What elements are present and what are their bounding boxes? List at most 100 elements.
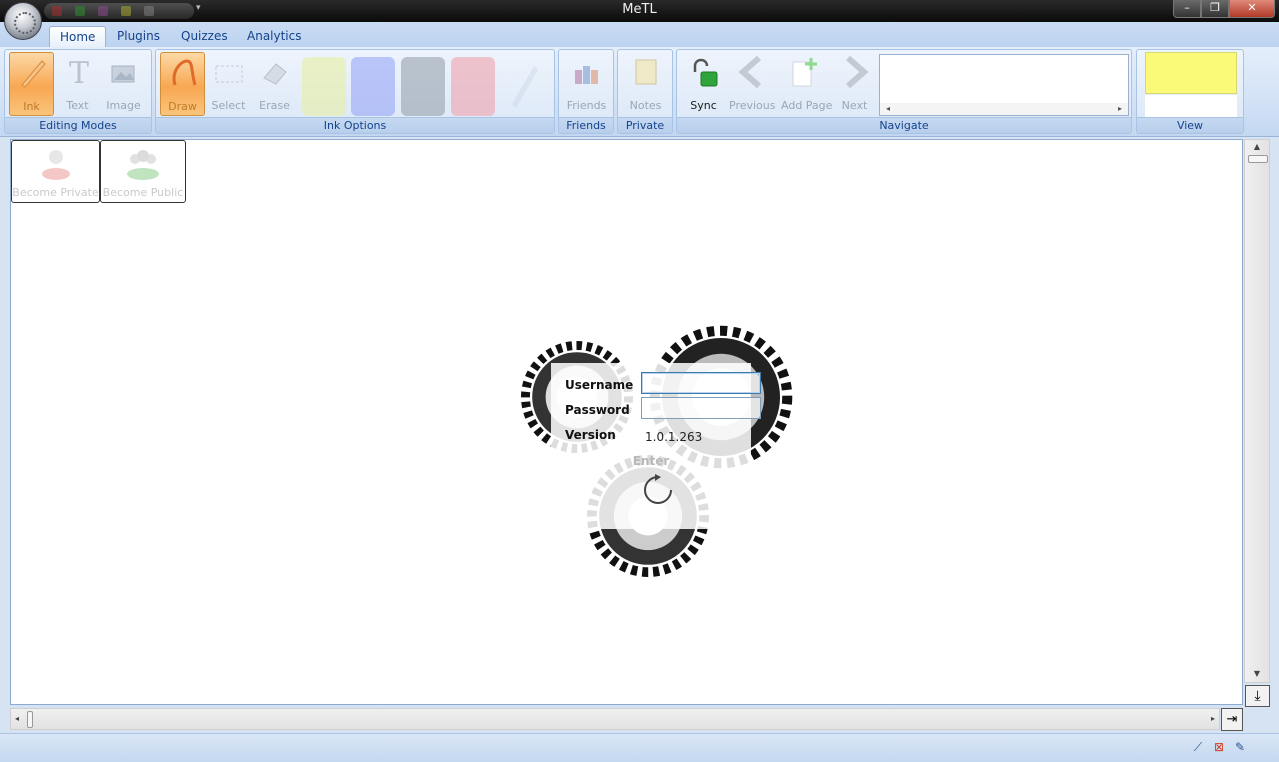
scroll-right-icon[interactable]: ▸ bbox=[1211, 714, 1215, 723]
become-private-button[interactable]: Become Private bbox=[11, 140, 100, 203]
ink-options-label: Ink Options bbox=[156, 117, 554, 133]
application-menu-button[interactable] bbox=[4, 2, 42, 40]
extend-canvas-down-button[interactable]: ⤓ bbox=[1245, 685, 1270, 707]
pin-icon[interactable]: ✎ bbox=[1232, 739, 1248, 755]
add-page-icon bbox=[792, 58, 817, 87]
text-icon: T bbox=[69, 56, 89, 88]
scroll-right-icon[interactable]: ▸ bbox=[1118, 104, 1122, 113]
next-label: Next bbox=[841, 99, 868, 112]
tab-plugins[interactable]: Plugins bbox=[107, 26, 170, 48]
select-label: Select bbox=[211, 99, 246, 112]
scroll-down-icon[interactable]: ▼ bbox=[1245, 669, 1269, 678]
slide-list-scrollbar[interactable]: ◂ ▸ bbox=[880, 103, 1128, 115]
scroll-up-icon[interactable]: ▲ bbox=[1245, 142, 1269, 151]
ink-mode-label: Ink bbox=[23, 100, 40, 113]
pen-color-pink[interactable] bbox=[451, 57, 495, 116]
loading-spinner-icon bbox=[644, 474, 672, 504]
ribbon-tabs: Home Plugins Quizzes Analytics bbox=[0, 22, 1279, 48]
image-icon bbox=[111, 65, 135, 83]
draw-button[interactable]: Draw bbox=[160, 52, 205, 116]
eraser-icon bbox=[263, 63, 287, 85]
version-value: 1.0.1.263 bbox=[645, 430, 703, 444]
pen-color-yellow[interactable] bbox=[302, 57, 346, 116]
notes-label: Notes bbox=[629, 99, 662, 112]
pen-settings-icon[interactable] bbox=[506, 60, 540, 110]
friends-button[interactable]: Friends bbox=[564, 52, 609, 116]
ink-mode-button[interactable]: Ink bbox=[9, 52, 54, 116]
draw-label: Draw bbox=[168, 100, 197, 113]
restore-button[interactable]: ❐ bbox=[1201, 0, 1229, 18]
friends-label: Friends bbox=[566, 99, 607, 112]
cancel-icon[interactable]: ⊠ bbox=[1211, 739, 1227, 755]
horizontal-scroll-thumb[interactable] bbox=[27, 711, 33, 728]
become-public-label: Become Public bbox=[102, 186, 184, 199]
extend-canvas-right-button[interactable]: ⇥ bbox=[1221, 708, 1243, 731]
title-bar: ▾ MeTL – ❐ ✕ bbox=[0, 0, 1279, 22]
scroll-left-icon[interactable]: ◂ bbox=[15, 714, 19, 723]
padlock-icon bbox=[693, 58, 718, 87]
username-input[interactable] bbox=[641, 372, 761, 394]
image-mode-button[interactable]: Image bbox=[101, 52, 146, 116]
editing-modes-label: Editing Modes bbox=[5, 117, 151, 133]
erase-button[interactable]: Erase bbox=[252, 52, 297, 116]
select-icon bbox=[215, 65, 243, 83]
text-mode-button[interactable]: T Text bbox=[55, 52, 100, 116]
private-person-icon bbox=[41, 150, 70, 180]
next-button[interactable]: Next bbox=[832, 52, 877, 116]
sync-button[interactable]: Sync bbox=[681, 52, 726, 116]
group-navigate: Sync Previous Add Page Next ◂ ▸ Navigate bbox=[676, 49, 1132, 134]
notes-button[interactable]: Notes bbox=[623, 52, 668, 116]
vertical-scroll-thumb[interactable] bbox=[1248, 155, 1268, 163]
previous-label: Previous bbox=[729, 99, 776, 112]
tab-analytics[interactable]: Analytics bbox=[237, 26, 312, 48]
canvas[interactable]: Become Private Become Public Username Pa… bbox=[10, 139, 1243, 705]
ribbon: Ink T Text Image Editing Modes Draw Sele… bbox=[0, 47, 1279, 137]
group-friends: Friends Friends bbox=[558, 49, 614, 134]
tab-home[interactable]: Home bbox=[49, 26, 107, 48]
group-private: Notes Private bbox=[617, 49, 673, 134]
chevron-right-icon bbox=[846, 56, 869, 88]
pen-icon[interactable]: ⟋ bbox=[1190, 739, 1206, 755]
status-bar: ⟋ ⊠ ✎ bbox=[0, 733, 1279, 762]
sync-label: Sync bbox=[690, 99, 717, 112]
navigate-group-label: Navigate bbox=[677, 117, 1131, 133]
password-label: Password bbox=[565, 403, 630, 417]
add-page-label: Add Page bbox=[781, 99, 833, 112]
minimize-button[interactable]: – bbox=[1173, 0, 1201, 18]
group-editing-modes: Ink T Text Image Editing Modes bbox=[4, 49, 152, 134]
become-private-label: Become Private bbox=[12, 186, 99, 199]
view-preview[interactable] bbox=[1145, 52, 1237, 94]
login-panel: Username Password Version 1.0.1.263 Ente… bbox=[521, 325, 801, 577]
horizontal-scrollbar[interactable]: ◂ ▸ bbox=[10, 708, 1220, 730]
text-mode-label: Text bbox=[66, 99, 89, 112]
scroll-left-icon[interactable]: ◂ bbox=[886, 104, 890, 113]
view-preview-lower bbox=[1145, 95, 1237, 117]
group-ink-options: Draw Select Erase Ink Options bbox=[155, 49, 555, 134]
friends-icon bbox=[575, 66, 598, 84]
private-group-label: Private bbox=[618, 117, 672, 133]
friends-group-label: Friends bbox=[559, 117, 613, 133]
previous-button[interactable]: Previous bbox=[729, 52, 776, 116]
select-button[interactable]: Select bbox=[206, 52, 251, 116]
pen-icon bbox=[21, 60, 46, 88]
window-title: MeTL bbox=[622, 2, 657, 17]
close-button[interactable]: ✕ bbox=[1229, 0, 1275, 18]
become-public-button[interactable]: Become Public bbox=[100, 140, 186, 203]
pen-color-gray[interactable] bbox=[401, 57, 445, 116]
chevron-left-icon bbox=[738, 56, 761, 88]
pen-color-blue[interactable] bbox=[351, 57, 395, 116]
tab-quizzes[interactable]: Quizzes bbox=[171, 26, 238, 48]
version-label: Version bbox=[565, 428, 616, 442]
enter-button[interactable]: Enter bbox=[551, 454, 751, 468]
login-form: Username Password Version 1.0.1.263 Ente… bbox=[551, 363, 761, 529]
vertical-scrollbar[interactable]: ▲ ▼ bbox=[1244, 139, 1270, 683]
add-page-button[interactable]: Add Page bbox=[781, 52, 833, 116]
public-people-icon bbox=[127, 150, 159, 180]
svg-text:T: T bbox=[69, 56, 89, 88]
draw-icon bbox=[172, 59, 197, 86]
erase-label: Erase bbox=[259, 99, 290, 112]
slide-thumbnail-list[interactable]: ◂ ▸ bbox=[879, 54, 1129, 116]
notes-icon bbox=[635, 59, 657, 85]
username-label: Username bbox=[565, 378, 634, 392]
password-input[interactable] bbox=[641, 397, 761, 419]
